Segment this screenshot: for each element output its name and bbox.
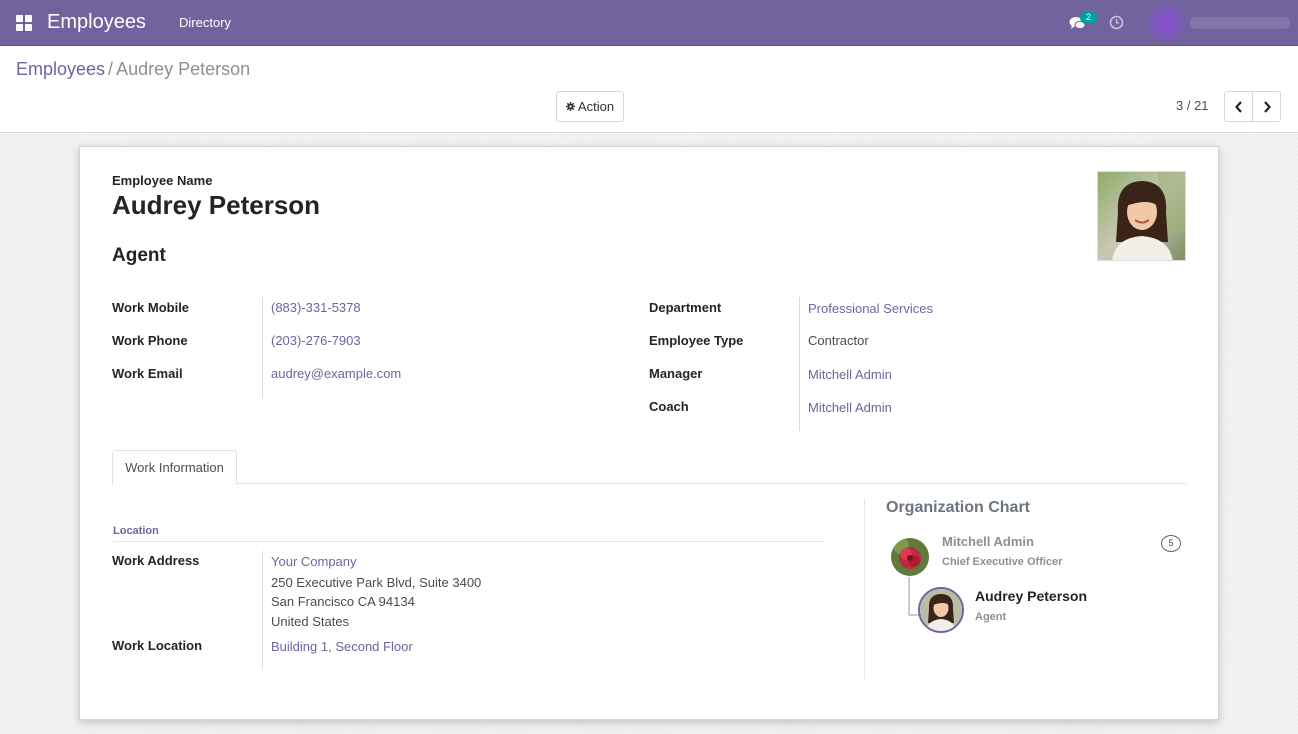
work-mobile-label: Work Mobile [112, 300, 190, 315]
section-divider [113, 541, 825, 542]
department-value[interactable]: Professional Services [808, 301, 933, 316]
org-manager-name[interactable]: Mitchell Admin [942, 534, 1034, 549]
work-location-value[interactable]: Building 1, Second Floor [271, 639, 413, 654]
org-manager-job: Chief Executive Officer [942, 556, 1063, 568]
self-avatar[interactable] [918, 587, 964, 633]
employee-name[interactable]: Audrey Peterson [112, 190, 320, 221]
app-title[interactable]: Employees [47, 11, 146, 34]
work-phone-value[interactable]: (203)-276-7903 [271, 333, 361, 348]
work-location-label: Work Location [112, 638, 203, 653]
coach-value[interactable]: Mitchell Admin [808, 400, 892, 415]
work-address-city: San Francisco CA 94134 [271, 594, 415, 609]
org-chart-divider [864, 499, 865, 679]
employee-type-label: Employee Type [649, 333, 744, 348]
clock-icon[interactable] [1109, 15, 1124, 30]
chevron-right-icon [1263, 100, 1271, 113]
employee-name-label: Employee Name [112, 173, 213, 188]
pager-next-button[interactable] [1252, 91, 1281, 122]
breadcrumb-current: Audrey Peterson [116, 59, 251, 79]
chevron-left-icon [1234, 100, 1242, 113]
apps-grid-icon[interactable] [16, 15, 32, 31]
location-section-title: Location [113, 525, 159, 537]
manager-value[interactable]: Mitchell Admin [808, 367, 892, 382]
org-chart-title: Organization Chart [886, 499, 1031, 516]
user-name-blurred [1190, 17, 1290, 29]
breadcrumb-employees-link[interactable]: Employees [16, 59, 105, 79]
pager-value[interactable]: 3 / 21 [1176, 98, 1209, 113]
action-button[interactable]: Action [556, 91, 624, 122]
employee-photo[interactable] [1097, 171, 1186, 261]
avatar [1146, 5, 1186, 41]
tab-work-information[interactable]: Work Information [112, 450, 237, 485]
field-separator [262, 297, 263, 398]
employee-type-value[interactable]: Contractor [808, 333, 869, 348]
work-address-country: United States [271, 614, 350, 629]
work-address-street: 250 Executive Park Blvd, Suite 3400 [271, 575, 482, 590]
manager-label: Manager [649, 366, 703, 381]
employee-form-sheet: Employee Name Audrey Peterson Agent Work… [79, 146, 1219, 720]
field-separator [799, 297, 800, 431]
employee-portrait-image [1098, 172, 1185, 260]
field-separator [262, 551, 263, 669]
top-navbar: Employees Directory 2 [0, 0, 1298, 46]
action-button-label: Action [577, 99, 615, 114]
employee-portrait-image [920, 589, 962, 631]
user-menu[interactable] [1146, 5, 1298, 41]
breadcrumb: Employees / Audrey Peterson [16, 59, 250, 80]
chat-count-badge: 2 [1080, 11, 1097, 24]
work-email-label: Work Email [112, 366, 183, 381]
work-address-label: Work Address [112, 553, 200, 568]
notebook-tabs: Work Information [112, 450, 1187, 485]
coach-label: Coach [649, 399, 689, 414]
org-self-name: Audrey Peterson [975, 588, 1088, 604]
control-panel: Employees / Audrey Peterson Action 3 / 21 [0, 46, 1298, 133]
work-phone-label: Work Phone [112, 333, 188, 348]
org-self-job: Agent [975, 611, 1007, 623]
menu-item-directory[interactable]: Directory [179, 15, 231, 30]
flower-avatar-image [891, 538, 929, 576]
employee-job-title[interactable]: Agent [112, 245, 166, 267]
breadcrumb-separator: / [108, 59, 114, 79]
work-mobile-value[interactable]: (883)-331-5378 [271, 300, 361, 315]
pager-previous-button[interactable] [1224, 91, 1253, 122]
subordinates-count-badge[interactable]: 5 [1161, 535, 1181, 552]
manager-avatar[interactable] [891, 538, 929, 576]
gear-icon [565, 102, 575, 111]
department-label: Department [649, 300, 722, 315]
work-email-value[interactable]: audrey@example.com [271, 366, 401, 381]
work-address-company[interactable]: Your Company [271, 554, 357, 569]
